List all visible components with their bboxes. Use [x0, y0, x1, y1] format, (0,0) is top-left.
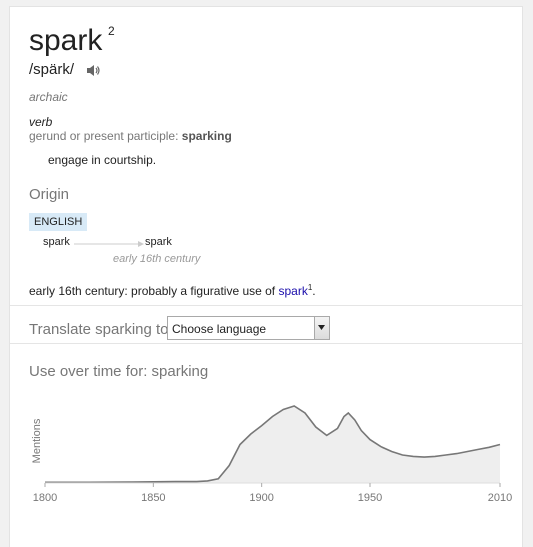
- chart-x-tick-label: 1950: [358, 492, 382, 504]
- language-select-value: Choose language: [172, 322, 267, 336]
- etymology-text-end: .: [312, 284, 316, 298]
- etymology-text: early 16th century: probably a figurativ…: [29, 283, 316, 298]
- headword-superscript: 2: [108, 24, 115, 38]
- divider: [10, 343, 522, 344]
- word-form-value: sparking: [181, 129, 232, 143]
- language-select[interactable]: Choose language: [167, 316, 330, 340]
- speaker-icon[interactable]: [86, 64, 100, 77]
- dictionary-card: spark 2 /spärk/ archaic verb gerund or p…: [9, 6, 523, 547]
- chart-y-axis-label: Mentions: [31, 418, 43, 463]
- etymology-link[interactable]: spark: [278, 284, 307, 298]
- word-form: gerund or present participle: sparking: [29, 129, 232, 143]
- etymology-from-word: spark: [43, 236, 70, 248]
- language-select-button[interactable]: [314, 317, 329, 339]
- translate-label: Translate sparking to: [29, 321, 169, 338]
- etymology-text-body: early 16th century: probably a figurativ…: [29, 284, 279, 298]
- chart-area-fill: [45, 406, 500, 483]
- etymology-date: early 16th century: [113, 253, 201, 265]
- usage-label: archaic: [29, 90, 68, 104]
- headword: spark: [29, 24, 103, 57]
- pronunciation: /spärk/: [29, 61, 75, 78]
- definition: engage in courtship.: [48, 153, 157, 167]
- usage-chart: Mentions 1800 1850 1900 1950 2010: [31, 405, 512, 504]
- chart-x-tick-label: 2010: [488, 492, 512, 504]
- chart-x-tick-label: 1850: [141, 492, 165, 504]
- etymology-to-word: spark: [145, 236, 172, 248]
- chart-x-tick-label: 1800: [33, 492, 57, 504]
- chart-title: Use over time for: sparking: [29, 363, 209, 380]
- origin-heading: Origin: [29, 186, 70, 203]
- divider: [10, 305, 522, 306]
- chevron-down-icon: [318, 325, 325, 330]
- etymology-arrow-icon: [74, 241, 144, 247]
- origin-language-badge: ENGLISH: [29, 213, 88, 231]
- word-form-label: gerund or present participle:: [29, 129, 182, 143]
- chart-x-tick-label: 1900: [249, 492, 273, 504]
- part-of-speech: verb: [29, 115, 53, 129]
